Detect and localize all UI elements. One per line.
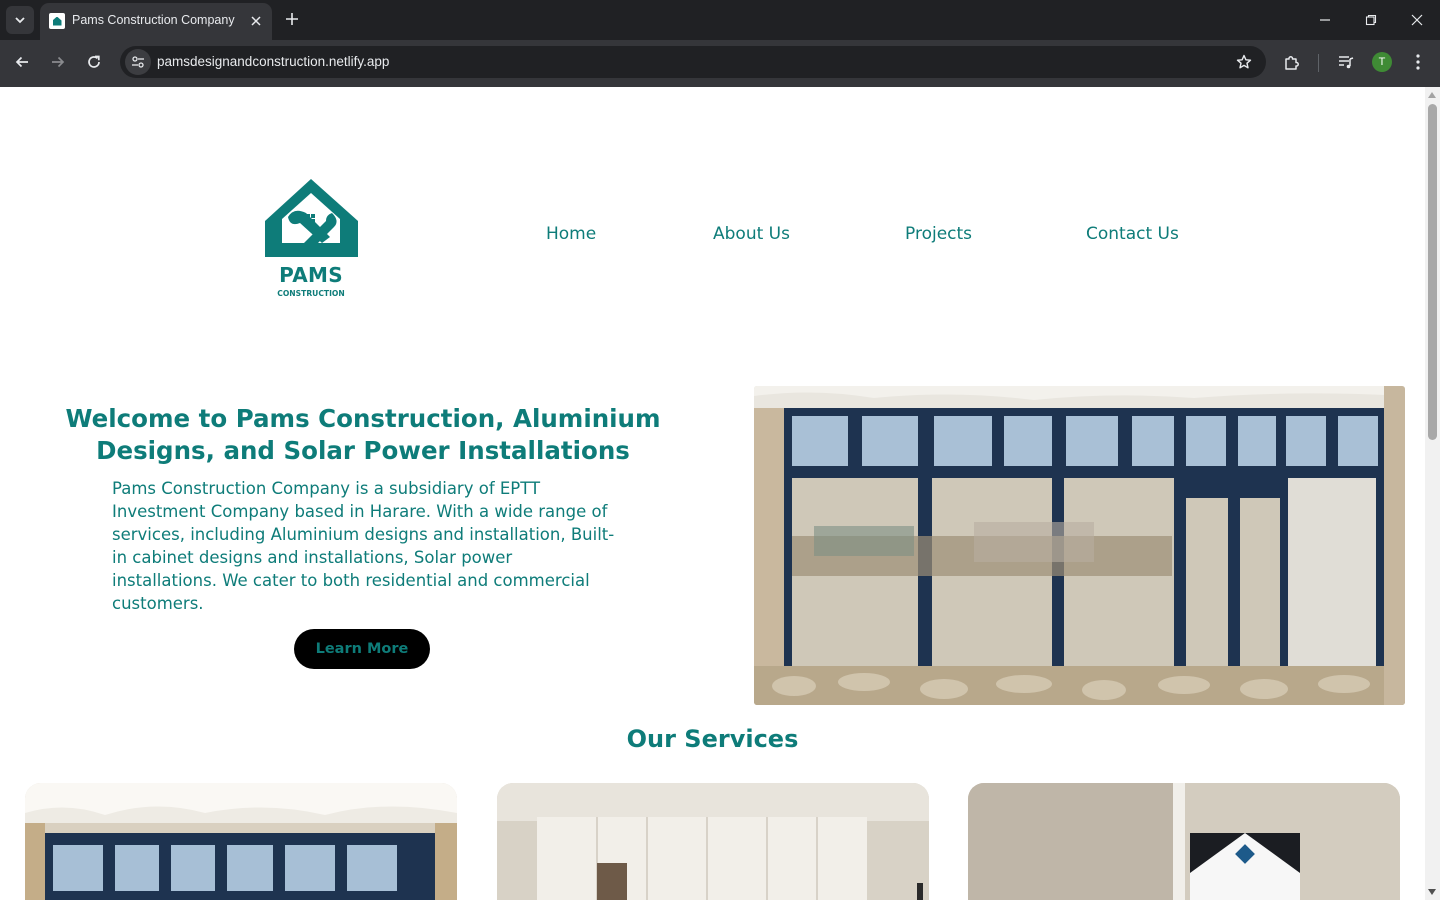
extensions-icon[interactable] xyxy=(1278,48,1306,76)
hero-image xyxy=(754,386,1405,705)
browser-tab-strip: Pams Construction Company xyxy=(0,0,1440,40)
page-scrollbar[interactable] xyxy=(1425,87,1440,900)
house-tools-icon xyxy=(265,179,358,257)
browser-toolbar: pamsdesignandconstruction.netlify.app T xyxy=(0,40,1440,87)
minimize-icon[interactable] xyxy=(1302,0,1348,40)
restore-icon[interactable] xyxy=(1348,0,1394,40)
toolbar-divider xyxy=(1318,54,1319,72)
address-bar[interactable]: pamsdesignandconstruction.netlify.app xyxy=(120,46,1266,78)
profile-avatar[interactable]: T xyxy=(1368,48,1396,76)
learn-more-button[interactable]: Learn More xyxy=(294,629,430,669)
tab-title: Pams Construction Company xyxy=(72,13,235,27)
service-image xyxy=(25,783,457,900)
media-controls-icon[interactable] xyxy=(1332,48,1360,76)
services-title: Our Services xyxy=(626,725,799,753)
scroll-thumb[interactable] xyxy=(1428,104,1437,440)
favicon-icon xyxy=(49,13,65,29)
hero-description: Pams Construction Company is a subsidiar… xyxy=(112,479,615,613)
logo-subtitle: CONSTRUCTION xyxy=(277,289,345,298)
service-card-solar[interactable] xyxy=(968,783,1400,900)
hero-heading: Welcome to Pams Construction, Aluminium … xyxy=(65,404,661,465)
service-card-aluminium[interactable] xyxy=(25,783,457,900)
window-close-icon[interactable] xyxy=(1394,0,1440,40)
nav-home[interactable]: Home xyxy=(546,224,596,244)
browser-tab[interactable]: Pams Construction Company xyxy=(40,3,272,40)
scroll-down-icon[interactable] xyxy=(1428,889,1436,895)
tab-list-icon[interactable] xyxy=(6,6,34,34)
url-text[interactable]: pamsdesignandconstruction.netlify.app xyxy=(157,54,389,69)
close-icon[interactable] xyxy=(247,12,265,30)
forward-icon[interactable] xyxy=(44,48,72,76)
avatar: T xyxy=(1372,52,1392,72)
site-info-icon[interactable] xyxy=(125,49,151,75)
page-viewport: PAMS CONSTRUCTION Home About Us Projects… xyxy=(0,87,1440,900)
logo-wordmark: PAMS xyxy=(279,263,343,287)
scroll-up-icon[interactable] xyxy=(1428,92,1436,98)
service-image xyxy=(497,783,929,900)
nav-about-us[interactable]: About Us xyxy=(713,224,790,244)
service-card-cabinets[interactable] xyxy=(497,783,929,900)
new-tab-icon[interactable] xyxy=(280,6,304,34)
service-image xyxy=(968,783,1400,900)
back-icon[interactable] xyxy=(8,48,36,76)
site-logo[interactable]: PAMS CONSTRUCTION xyxy=(258,177,368,301)
nav-projects[interactable]: Projects xyxy=(905,224,972,244)
bookmark-star-icon[interactable] xyxy=(1232,50,1256,74)
site-header: PAMS CONSTRUCTION Home About Us Projects… xyxy=(0,87,1425,387)
nav-contact-us[interactable]: Contact Us xyxy=(1086,224,1179,244)
reload-icon[interactable] xyxy=(80,48,108,76)
menu-icon[interactable] xyxy=(1404,48,1432,76)
